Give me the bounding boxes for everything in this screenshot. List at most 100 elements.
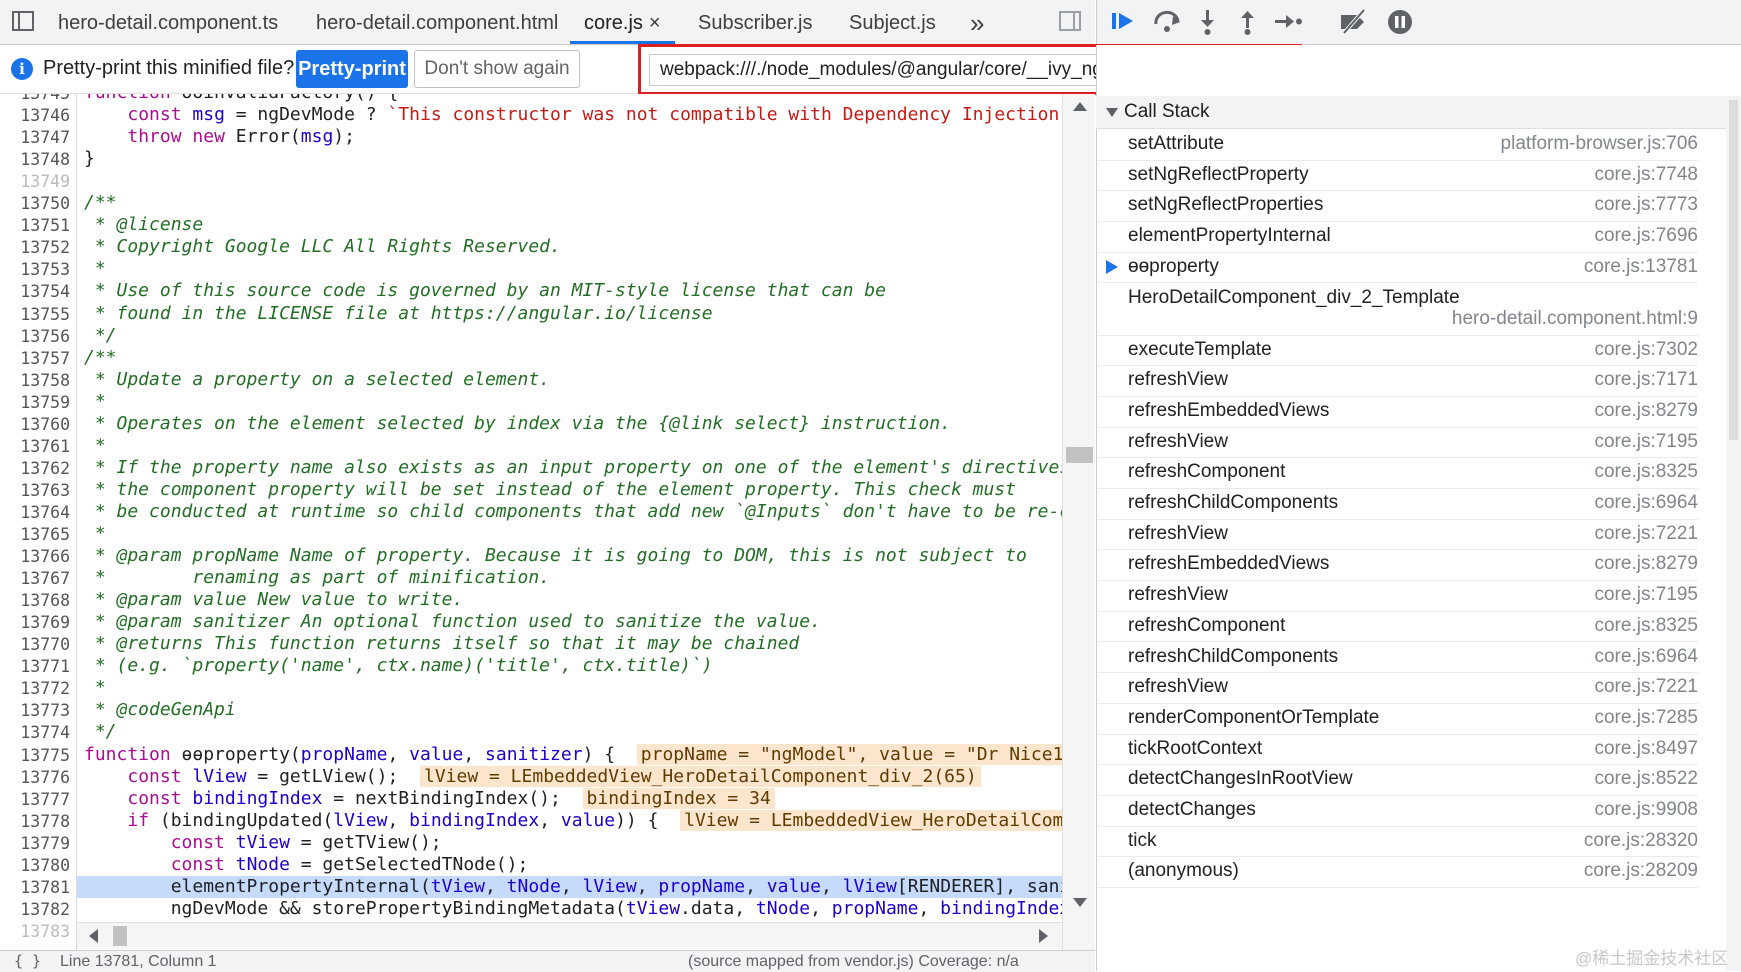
line-number[interactable]: 13782: [20, 900, 70, 919]
frame-location[interactable]: platform-browser.js:706: [1501, 133, 1698, 155]
line-number[interactable]: 13768: [20, 591, 70, 610]
call-stack-frame[interactable]: detectChanges core.js:9908: [1098, 795, 1698, 827]
frame-location[interactable]: core.js:7221: [1594, 523, 1698, 545]
frame-location[interactable]: core.js:9908: [1594, 799, 1698, 821]
line-number[interactable]: 13770: [20, 635, 70, 654]
frame-location[interactable]: core.js:8325: [1594, 615, 1698, 637]
frame-location[interactable]: core.js:13781: [1584, 256, 1698, 278]
frame-location[interactable]: hero-detail.component.html:9: [1452, 308, 1698, 330]
call-stack-frame[interactable]: refreshComponent core.js:8325: [1098, 611, 1698, 643]
frame-location[interactable]: core.js:6964: [1594, 646, 1698, 668]
frame-location[interactable]: core.js:7195: [1594, 584, 1698, 606]
call-stack-frame[interactable]: HeroDetailComponent_div_2_Template hero-d…: [1098, 283, 1698, 336]
line-number[interactable]: 13762: [20, 459, 70, 478]
line-number[interactable]: 13764: [20, 503, 70, 522]
frame-location[interactable]: core.js:7195: [1594, 431, 1698, 453]
hscroll-thumb[interactable]: [113, 926, 127, 946]
frame-location[interactable]: core.js:8522: [1594, 768, 1698, 790]
call-stack-frame[interactable]: (anonymous) core.js:28209: [1098, 856, 1698, 889]
line-number[interactable]: 13761: [20, 437, 70, 456]
toggle-navigator-icon[interactable]: [12, 11, 34, 31]
scroll-up-icon[interactable]: [1073, 102, 1087, 111]
call-stack-frame[interactable]: tickRootContext core.js:8497: [1098, 734, 1698, 766]
call-stack-frame[interactable]: refreshView core.js:7171: [1098, 365, 1698, 397]
tab-core-js[interactable]: core.js ×: [570, 0, 675, 44]
call-stack-frame[interactable]: detectChangesInRootView core.js:8522: [1098, 764, 1698, 796]
line-number[interactable]: 13775: [20, 746, 70, 765]
sidebar-scrollbar[interactable]: [1726, 96, 1741, 971]
line-number[interactable]: 13773: [20, 701, 70, 720]
frame-location[interactable]: core.js:7171: [1594, 369, 1698, 391]
call-stack-frame[interactable]: setNgReflectProperty core.js:7748: [1098, 160, 1698, 192]
line-number[interactable]: 13755: [20, 305, 70, 324]
line-number[interactable]: 13758: [20, 371, 70, 390]
toggle-debugger-sidebar-icon[interactable]: [1059, 11, 1081, 31]
line-number[interactable]: 13757: [20, 349, 70, 368]
scroll-left-icon[interactable]: [89, 929, 98, 943]
line-number[interactable]: 13748: [20, 150, 70, 169]
code-editor[interactable]: function ɵɵinvalidFactory() { const msg …: [77, 94, 1062, 950]
line-number[interactable]: 13754: [20, 282, 70, 301]
line-number[interactable]: 13750: [20, 194, 70, 213]
line-number[interactable]: 13759: [20, 393, 70, 412]
call-stack-frame[interactable]: setNgReflectProperties core.js:7773: [1098, 190, 1698, 223]
frame-location[interactable]: core.js:7302: [1594, 339, 1698, 361]
frame-location[interactable]: core.js:7696: [1594, 225, 1698, 247]
call-stack-header[interactable]: Call Stack: [1096, 96, 1726, 129]
line-number[interactable]: 13753: [20, 260, 70, 279]
line-number[interactable]: 13778: [20, 812, 70, 831]
line-number[interactable]: 13746: [20, 106, 70, 125]
line-number[interactable]: 13765: [20, 525, 70, 544]
scroll-right-icon[interactable]: [1039, 929, 1048, 943]
line-number[interactable]: 13749: [20, 172, 70, 191]
frame-location[interactable]: core.js:6964: [1594, 492, 1698, 514]
call-stack-frame[interactable]: refreshView core.js:7195: [1098, 580, 1698, 612]
line-number[interactable]: 13756: [20, 327, 70, 346]
tab-subject-js[interactable]: Subject.js: [849, 0, 936, 44]
line-number[interactable]: 13777: [20, 790, 70, 809]
call-stack-frame[interactable]: executeTemplate core.js:7302: [1098, 335, 1698, 367]
line-number[interactable]: 13776: [20, 768, 70, 787]
more-tabs-icon[interactable]: »: [970, 0, 984, 44]
frame-location[interactable]: core.js:28209: [1584, 860, 1698, 882]
tab-hero-detail-html[interactable]: hero-detail.component.html: [316, 0, 558, 44]
frame-location[interactable]: core.js:8497: [1594, 738, 1698, 760]
line-number[interactable]: 13745: [20, 94, 70, 103]
line-number[interactable]: 13763: [20, 481, 70, 500]
call-stack-frame[interactable]: refreshComponent core.js:8325: [1098, 457, 1698, 489]
line-number[interactable]: 13783: [20, 922, 70, 941]
frame-location[interactable]: core.js:8279: [1594, 400, 1698, 422]
step-out-icon[interactable]: [1231, 6, 1265, 38]
step-into-icon[interactable]: [1191, 6, 1225, 38]
call-stack-frame[interactable]: setAttribute platform-browser.js:706: [1098, 129, 1698, 161]
step-icon[interactable]: [1271, 6, 1305, 38]
frame-location[interactable]: core.js:7748: [1594, 164, 1698, 186]
pretty-print-button[interactable]: Pretty-print: [296, 50, 408, 88]
call-stack-frame[interactable]: refreshChildComponents core.js:6964: [1098, 642, 1698, 674]
frame-location[interactable]: core.js:7221: [1594, 676, 1698, 698]
format-icon[interactable]: { }: [14, 952, 41, 970]
scroll-down-icon[interactable]: [1073, 898, 1087, 907]
resume-icon[interactable]: [1109, 6, 1143, 38]
dont-show-again-button[interactable]: Don't show again: [414, 50, 580, 88]
line-number[interactable]: 13772: [20, 679, 70, 698]
call-stack-frame[interactable]: elementPropertyInternal core.js:7696: [1098, 221, 1698, 253]
line-number[interactable]: 13769: [20, 613, 70, 632]
close-icon[interactable]: ×: [649, 12, 661, 34]
line-number[interactable]: 13774: [20, 723, 70, 742]
call-stack-frame[interactable]: refreshView core.js:7195: [1098, 427, 1698, 459]
line-number[interactable]: 13779: [20, 834, 70, 853]
line-number[interactable]: 13780: [20, 856, 70, 875]
sidebar-scrollbar-thumb[interactable]: [1729, 100, 1738, 440]
line-number[interactable]: 13760: [20, 415, 70, 434]
frame-location[interactable]: core.js:7773: [1594, 194, 1698, 216]
step-over-icon[interactable]: [1151, 6, 1185, 38]
line-number[interactable]: 13771: [20, 657, 70, 676]
frame-location[interactable]: core.js:28320: [1584, 830, 1698, 852]
tab-hero-detail-ts[interactable]: hero-detail.component.ts: [58, 0, 278, 44]
scrollbar-thumb[interactable]: [1066, 447, 1093, 463]
call-stack-frame[interactable]: refreshChildComponents core.js:6964: [1098, 488, 1698, 520]
line-number[interactable]: 13752: [20, 238, 70, 257]
line-number[interactable]: 13751: [20, 216, 70, 235]
code-vertical-scrollbar[interactable]: [1062, 94, 1095, 950]
